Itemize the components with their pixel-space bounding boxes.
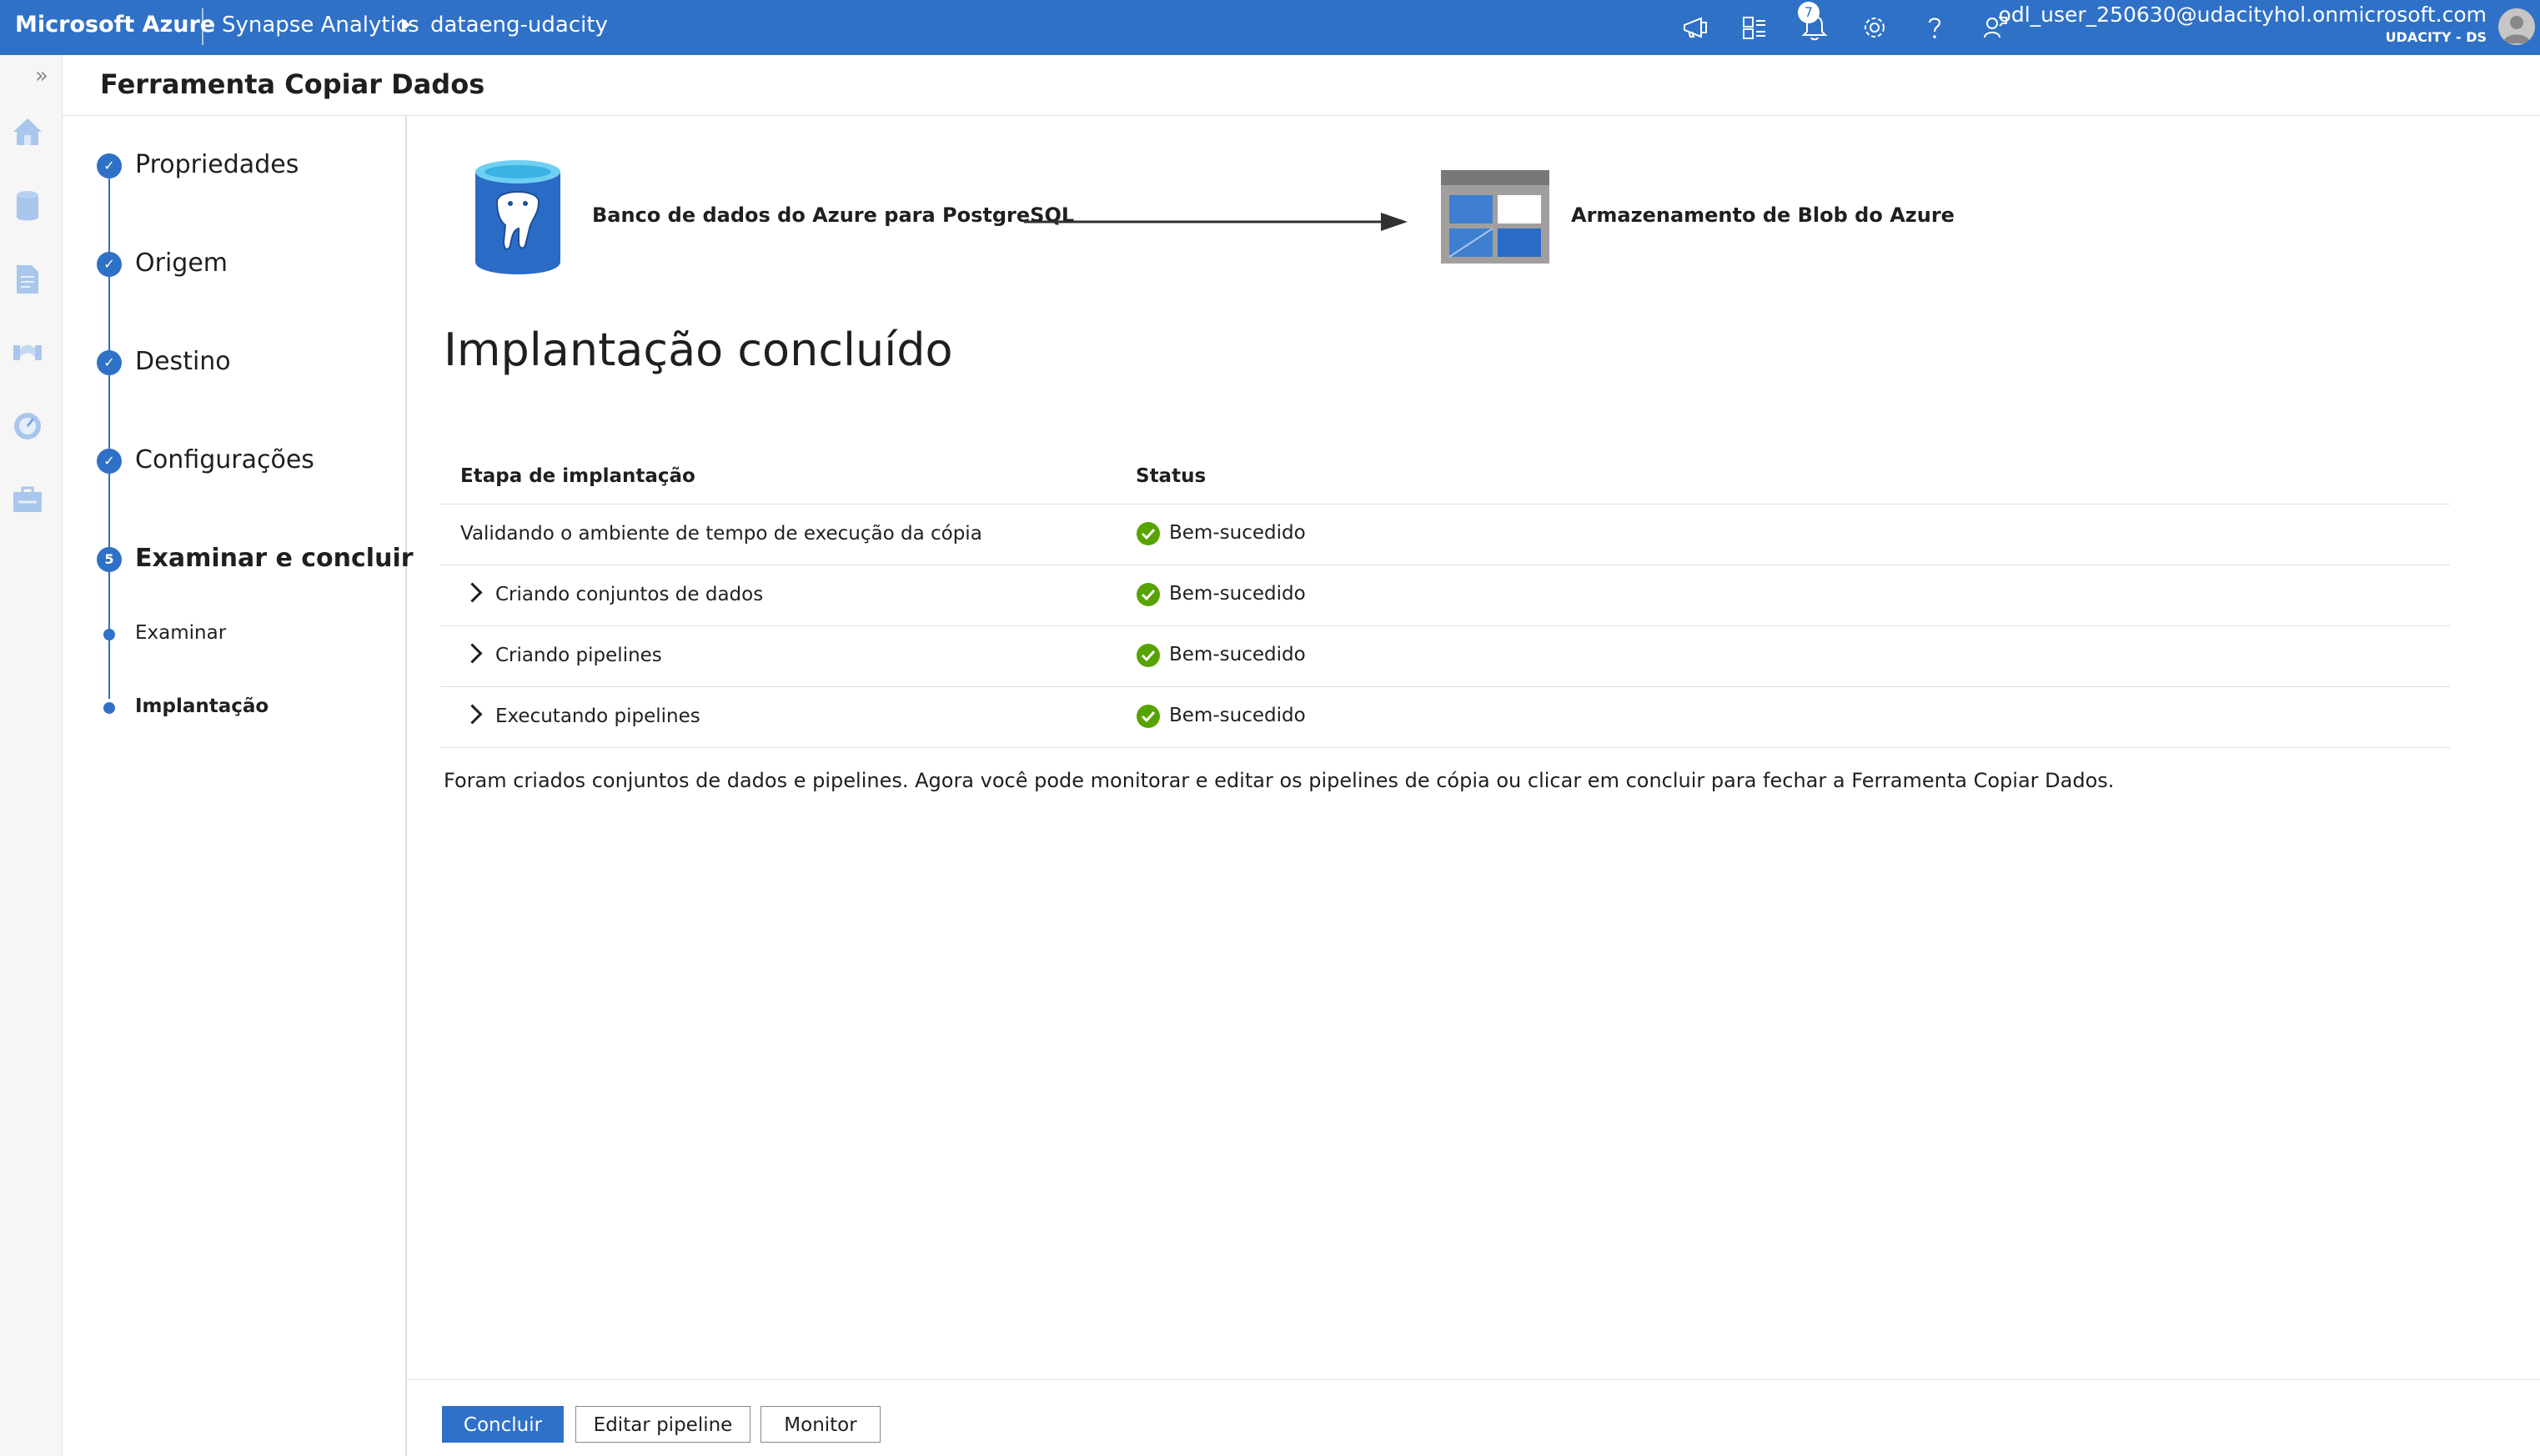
azure-brand-link[interactable]: Microsoft Azure (15, 12, 215, 38)
finish-button[interactable]: Concluir (442, 1406, 564, 1443)
row-step-label: Validando o ambiente de tempo de execuçã… (460, 523, 982, 545)
blob-storage-icon (1441, 170, 1549, 264)
left-navigation-rail: » (0, 55, 63, 1456)
step-complete-check-icon: ✓ (97, 252, 122, 277)
success-check-icon (1137, 583, 1160, 606)
row-status: Bem-sucedido (1169, 583, 1306, 605)
brand-separator (202, 8, 203, 45)
row-status: Bem-sucedido (1169, 644, 1306, 665)
row-step-label: Criando conjuntos de dados (495, 584, 764, 605)
breadcrumb-workspace[interactable]: dataeng-udacity (430, 13, 608, 38)
page-header: Ferramenta Copiar Dados (62, 55, 2540, 116)
row-step-label: Criando pipelines (495, 645, 662, 666)
deployment-heading: Implantação concluído (444, 324, 953, 376)
substep-label: Implantação (135, 695, 269, 717)
deployment-table: Etapa de implantação Status Validando o … (440, 437, 2450, 748)
home-icon[interactable] (8, 112, 47, 150)
main-content: Banco de dados do Azure para PostgreSQL … (407, 115, 2540, 1456)
step-complete-check-icon: ✓ (97, 350, 122, 375)
table-header-row: Etapa de implantação Status (440, 437, 2450, 505)
data-icon[interactable] (8, 187, 47, 225)
expand-chevron-icon[interactable] (462, 582, 483, 603)
settings-icon[interactable] (1858, 11, 1891, 44)
expand-chevron-icon[interactable] (462, 643, 483, 664)
table-row[interactable]: Criando conjuntos de dados Bem-sucedido (440, 565, 2450, 626)
destination-label: Armazenamento de Blob do Azure (1571, 203, 1955, 227)
row-step-label: Executando pipelines (495, 705, 700, 727)
breadcrumb-chevron-icon (402, 18, 410, 32)
step-number-badge: 5 (97, 547, 122, 572)
substep-label: Examinar (135, 622, 227, 644)
avatar-icon (2503, 16, 2530, 43)
column-header-step: Etapa de implantação (460, 465, 695, 487)
steps-progress-line (108, 165, 110, 699)
feedback-icon[interactable] (1679, 11, 1713, 44)
footer-divider (407, 1379, 2540, 1380)
top-bar: Microsoft Azure Synapse Analytics dataen… (0, 0, 2540, 55)
step-label: Destino (135, 347, 231, 376)
table-row[interactable]: Executando pipelines Bem-sucedido (440, 687, 2450, 748)
success-check-icon (1137, 705, 1160, 728)
develop-icon[interactable] (8, 260, 47, 299)
manage-icon[interactable] (8, 480, 47, 519)
column-header-status: Status (1136, 465, 1207, 487)
success-check-icon (1137, 522, 1160, 545)
step-label: Origem (135, 249, 228, 278)
user-email[interactable]: odl_user_250630@udacityhol.onmicrosoft.c… (1999, 3, 2487, 27)
expand-chevron-icon[interactable] (462, 704, 483, 725)
step-complete-check-icon: ✓ (97, 153, 122, 178)
avatar[interactable] (2498, 8, 2535, 45)
success-check-icon (1137, 644, 1160, 667)
substep-dot-icon (103, 629, 115, 640)
step-label: Propriedades (135, 150, 299, 179)
edit-pipeline-button[interactable]: Editar pipeline (575, 1406, 750, 1443)
step-label: Examinar e concluir (135, 544, 414, 573)
row-status: Bem-sucedido (1169, 705, 1306, 726)
notifications-count-badge: 7 (1798, 2, 1820, 23)
expand-rail-icon[interactable]: » (35, 63, 48, 88)
table-row: Validando o ambiente de tempo de execuçã… (440, 505, 2450, 565)
monitor-icon[interactable] (8, 407, 47, 445)
substep-dot-icon (103, 702, 115, 714)
copy-flow-arrow-icon (1024, 213, 1408, 231)
monitor-button[interactable]: Monitor (760, 1406, 881, 1443)
source-label: Banco de dados do Azure para PostgreSQL (592, 203, 1075, 227)
table-row[interactable]: Criando pipelines Bem-sucedido (440, 626, 2450, 687)
step-label: Configurações (135, 445, 314, 474)
directory-icon[interactable] (1738, 11, 1771, 44)
breadcrumb-synapse-analytics[interactable]: Synapse Analytics (222, 13, 419, 38)
completion-message: Foram criados conjuntos de dados e pipel… (444, 769, 2115, 792)
user-organization: UDACITY - DS (2385, 29, 2487, 45)
step-complete-check-icon: ✓ (97, 449, 122, 474)
help-icon[interactable] (1918, 11, 1951, 44)
postgresql-database-icon (475, 160, 560, 274)
wizard-steps-panel: ✓ Propriedades ✓ Origem ✓ Destino ✓ Conf… (62, 115, 414, 1456)
row-status: Bem-sucedido (1169, 522, 1306, 544)
integrate-icon[interactable] (8, 334, 47, 372)
page-title: Ferramenta Copiar Dados (100, 68, 485, 100)
